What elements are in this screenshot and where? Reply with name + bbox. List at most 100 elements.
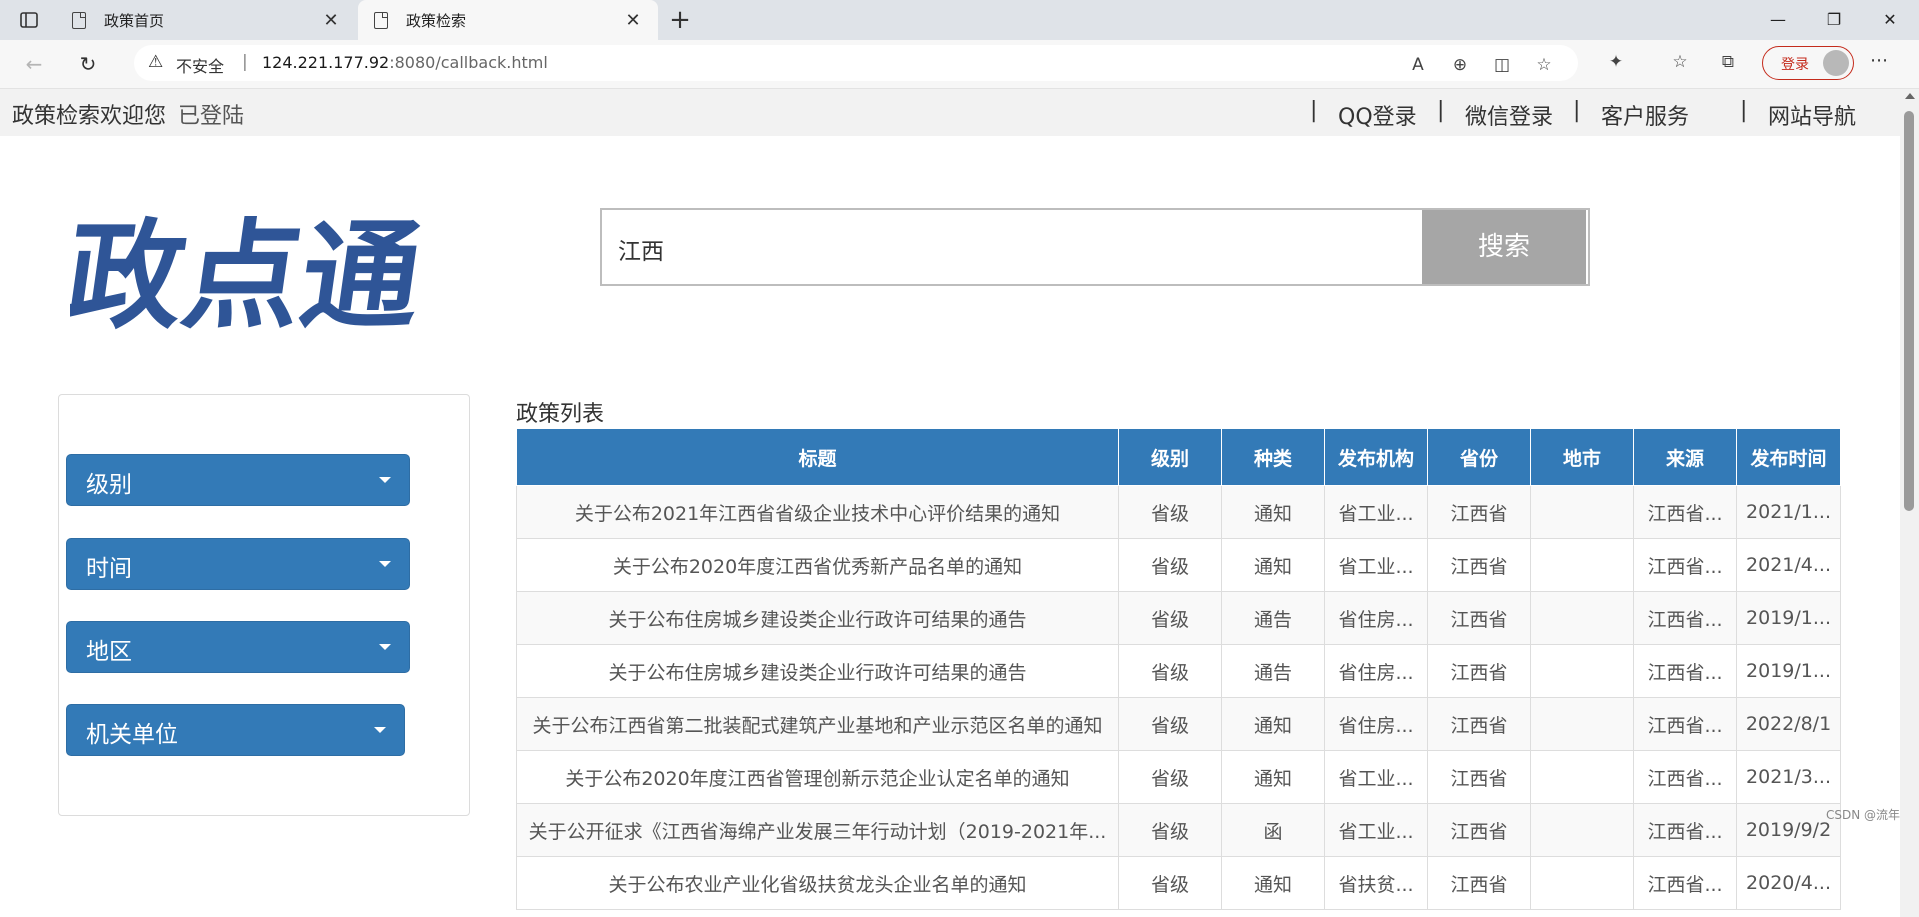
browser-tab-search[interactable]: 政策检索 ✕ [358,0,658,40]
browser-tab-home[interactable]: 政策首页 ✕ [56,0,356,40]
nav-link-wechat-login[interactable]: 微信登录 [1465,99,1553,131]
cell-source: 江西省... [1633,750,1737,804]
cell-publisher: 省住房... [1324,644,1428,698]
address-bar[interactable]: ⚠ 不安全 | 124.221.177.92:8080/callback.htm… [134,45,1578,81]
filter-label: 地区 [86,639,132,665]
column-header-publish-date[interactable]: 发布时间 [1736,428,1841,486]
more-menu-icon[interactable]: ⋯ [1870,50,1888,71]
cell-type: 通知 [1221,750,1325,804]
cell-city [1530,644,1634,698]
cell-province: 江西省 [1427,697,1531,751]
search-button[interactable]: 搜索 [1422,210,1586,284]
zoom-icon[interactable]: ⊕ [1448,55,1472,75]
column-header-source[interactable]: 来源 [1633,428,1737,486]
profile-login-button[interactable]: 登录 [1762,46,1854,80]
column-header-province[interactable]: 省份 [1427,428,1531,486]
table-row[interactable]: 关于公布2021年江西省省级企业技术中心评价结果的通知 省级 通知 省工业... 江西省… [516,485,1841,539]
filter-dropdown-region[interactable]: 地区 [66,621,410,673]
favorite-star-icon[interactable]: ☆ [1532,55,1556,75]
url-text[interactable]: 124.221.177.92:8080/callback.html [262,53,548,72]
warning-icon: ⚠ [148,52,164,72]
cell-title[interactable]: 关于公布江西省第二批装配式建筑产业基地和产业示范区名单的通知 [516,697,1119,751]
close-icon[interactable]: ✕ [316,10,346,31]
security-label: 不安全 [176,57,225,76]
split-screen-icon[interactable]: ◫ [1490,55,1514,75]
column-header-publisher[interactable]: 发布机构 [1324,428,1428,486]
nav-link-customer-service[interactable]: 客户服务 [1601,99,1689,131]
scrollbar-thumb[interactable] [1904,111,1914,511]
cell-source: 江西省... [1633,856,1737,910]
cell-type: 通知 [1221,697,1325,751]
table-row[interactable]: 关于公布住房城乡建设类企业行政许可结果的通告 省级 通告 省住房... 江西省 江西省..… [516,591,1841,645]
url-host: 124.221.177.92 [262,53,390,72]
cell-publish-date: 2020/4... [1736,856,1841,910]
table-row[interactable]: 关于公布2020年度江西省管理创新示范企业认定名单的通知 省级 通知 省工业... 江西… [516,750,1841,804]
page-scrollbar[interactable] [1900,89,1919,917]
tab-actions-button[interactable] [14,8,44,32]
nav-divider: | [1573,98,1581,123]
cell-publish-date: 2021/4... [1736,538,1841,592]
refresh-button[interactable]: ↻ [72,49,104,79]
cell-city [1530,697,1634,751]
cell-title[interactable]: 关于公开征求《江西省海绵产业发展三年行动计划（2019-2021年... [516,803,1119,857]
logo-text: 政点通 [70,207,430,337]
cell-title[interactable]: 关于公布2020年度江西省优秀新产品名单的通知 [516,538,1119,592]
table-row[interactable]: 关于公布江西省第二批装配式建筑产业基地和产业示范区名单的通知 省级 通知 省住房...… [516,697,1841,751]
column-header-title[interactable]: 标题 [516,428,1119,486]
page-icon [374,11,388,29]
read-aloud-icon[interactable]: A [1406,55,1430,75]
extensions-icon[interactable]: ✦ [1604,52,1628,72]
cell-level: 省级 [1118,644,1222,698]
table-row[interactable]: 关于公布农业产业化省级扶贫龙头企业名单的通知 省级 通知 省扶贫... 江西省 江西省..… [516,856,1841,910]
cell-source: 江西省... [1633,485,1737,539]
cell-publish-date: 2021/1... [1736,485,1841,539]
login-status: 已登陆 [178,104,245,129]
top-nav: 政策检索欢迎您 已登陆 | QQ登录 | 微信登录 | 客户服务 | 网站导航 [0,89,1900,136]
cell-title[interactable]: 关于公布农业产业化省级扶贫龙头企业名单的通知 [516,856,1119,910]
browser-tab-bar: 政策首页 ✕ 政策检索 ✕ + — ❐ ✕ [0,0,1919,40]
filter-label: 机关单位 [86,722,178,748]
search-input[interactable] [616,228,1220,270]
new-tab-button[interactable]: + [664,4,696,36]
cell-title[interactable]: 关于公布住房城乡建设类企业行政许可结果的通告 [516,591,1119,645]
watermark-text: CSDN @流年 [1826,808,1901,822]
cell-province: 江西省 [1427,803,1531,857]
scroll-up-icon[interactable] [1905,93,1915,99]
cell-province: 江西省 [1427,538,1531,592]
welcome-text: 政策检索欢迎您 [12,104,167,129]
minimize-button[interactable]: — [1750,0,1806,40]
cell-province: 江西省 [1427,644,1531,698]
login-label: 登录 [1781,57,1809,73]
nav-link-site-navigation[interactable]: 网站导航 [1768,99,1856,131]
nav-divider: | [1310,98,1318,123]
cell-title[interactable]: 关于公布住房城乡建设类企业行政许可结果的通告 [516,644,1119,698]
cell-title[interactable]: 关于公布2021年江西省省级企业技术中心评价结果的通知 [516,485,1119,539]
table-row[interactable]: 关于公布2020年度江西省优秀新产品名单的通知 省级 通知 省工业... 江西省 江西省.… [516,538,1841,592]
nav-link-qq-login[interactable]: QQ登录 [1338,99,1417,131]
cell-level: 省级 [1118,591,1222,645]
cell-title[interactable]: 关于公布2020年度江西省管理创新示范企业认定名单的通知 [516,750,1119,804]
cell-level: 省级 [1118,697,1222,751]
cell-province: 江西省 [1427,856,1531,910]
column-header-type[interactable]: 种类 [1221,428,1325,486]
table-row[interactable]: 关于公开征求《江西省海绵产业发展三年行动计划（2019-2021年... 省级函省… [516,803,1841,857]
back-button[interactable]: ← [18,49,50,79]
collections-icon[interactable]: ⧉ [1716,52,1740,72]
filter-dropdown-agency[interactable]: 机关单位 [66,704,405,756]
column-header-level[interactable]: 级别 [1118,428,1222,486]
cell-publisher: 省住房... [1324,591,1428,645]
column-header-city[interactable]: 地市 [1530,428,1634,486]
caret-down-icon [374,727,386,733]
tab-label: 政策检索 [406,11,467,30]
filter-label: 级别 [86,472,132,498]
caret-down-icon [379,561,391,567]
table-row[interactable]: 关于公布住房城乡建设类企业行政许可结果的通告 省级 通告 省住房... 江西省 江西省..… [516,644,1841,698]
filter-dropdown-level[interactable]: 级别 [66,454,410,506]
search-bar: 搜索 [600,208,1590,286]
close-icon[interactable]: ✕ [618,10,648,31]
favorites-icon[interactable]: ☆ [1668,52,1692,72]
restore-button[interactable]: ❐ [1806,0,1862,40]
cell-publish-date: 2022/8/1 [1736,697,1841,751]
filter-dropdown-time[interactable]: 时间 [66,538,410,590]
window-close-button[interactable]: ✕ [1862,0,1918,40]
